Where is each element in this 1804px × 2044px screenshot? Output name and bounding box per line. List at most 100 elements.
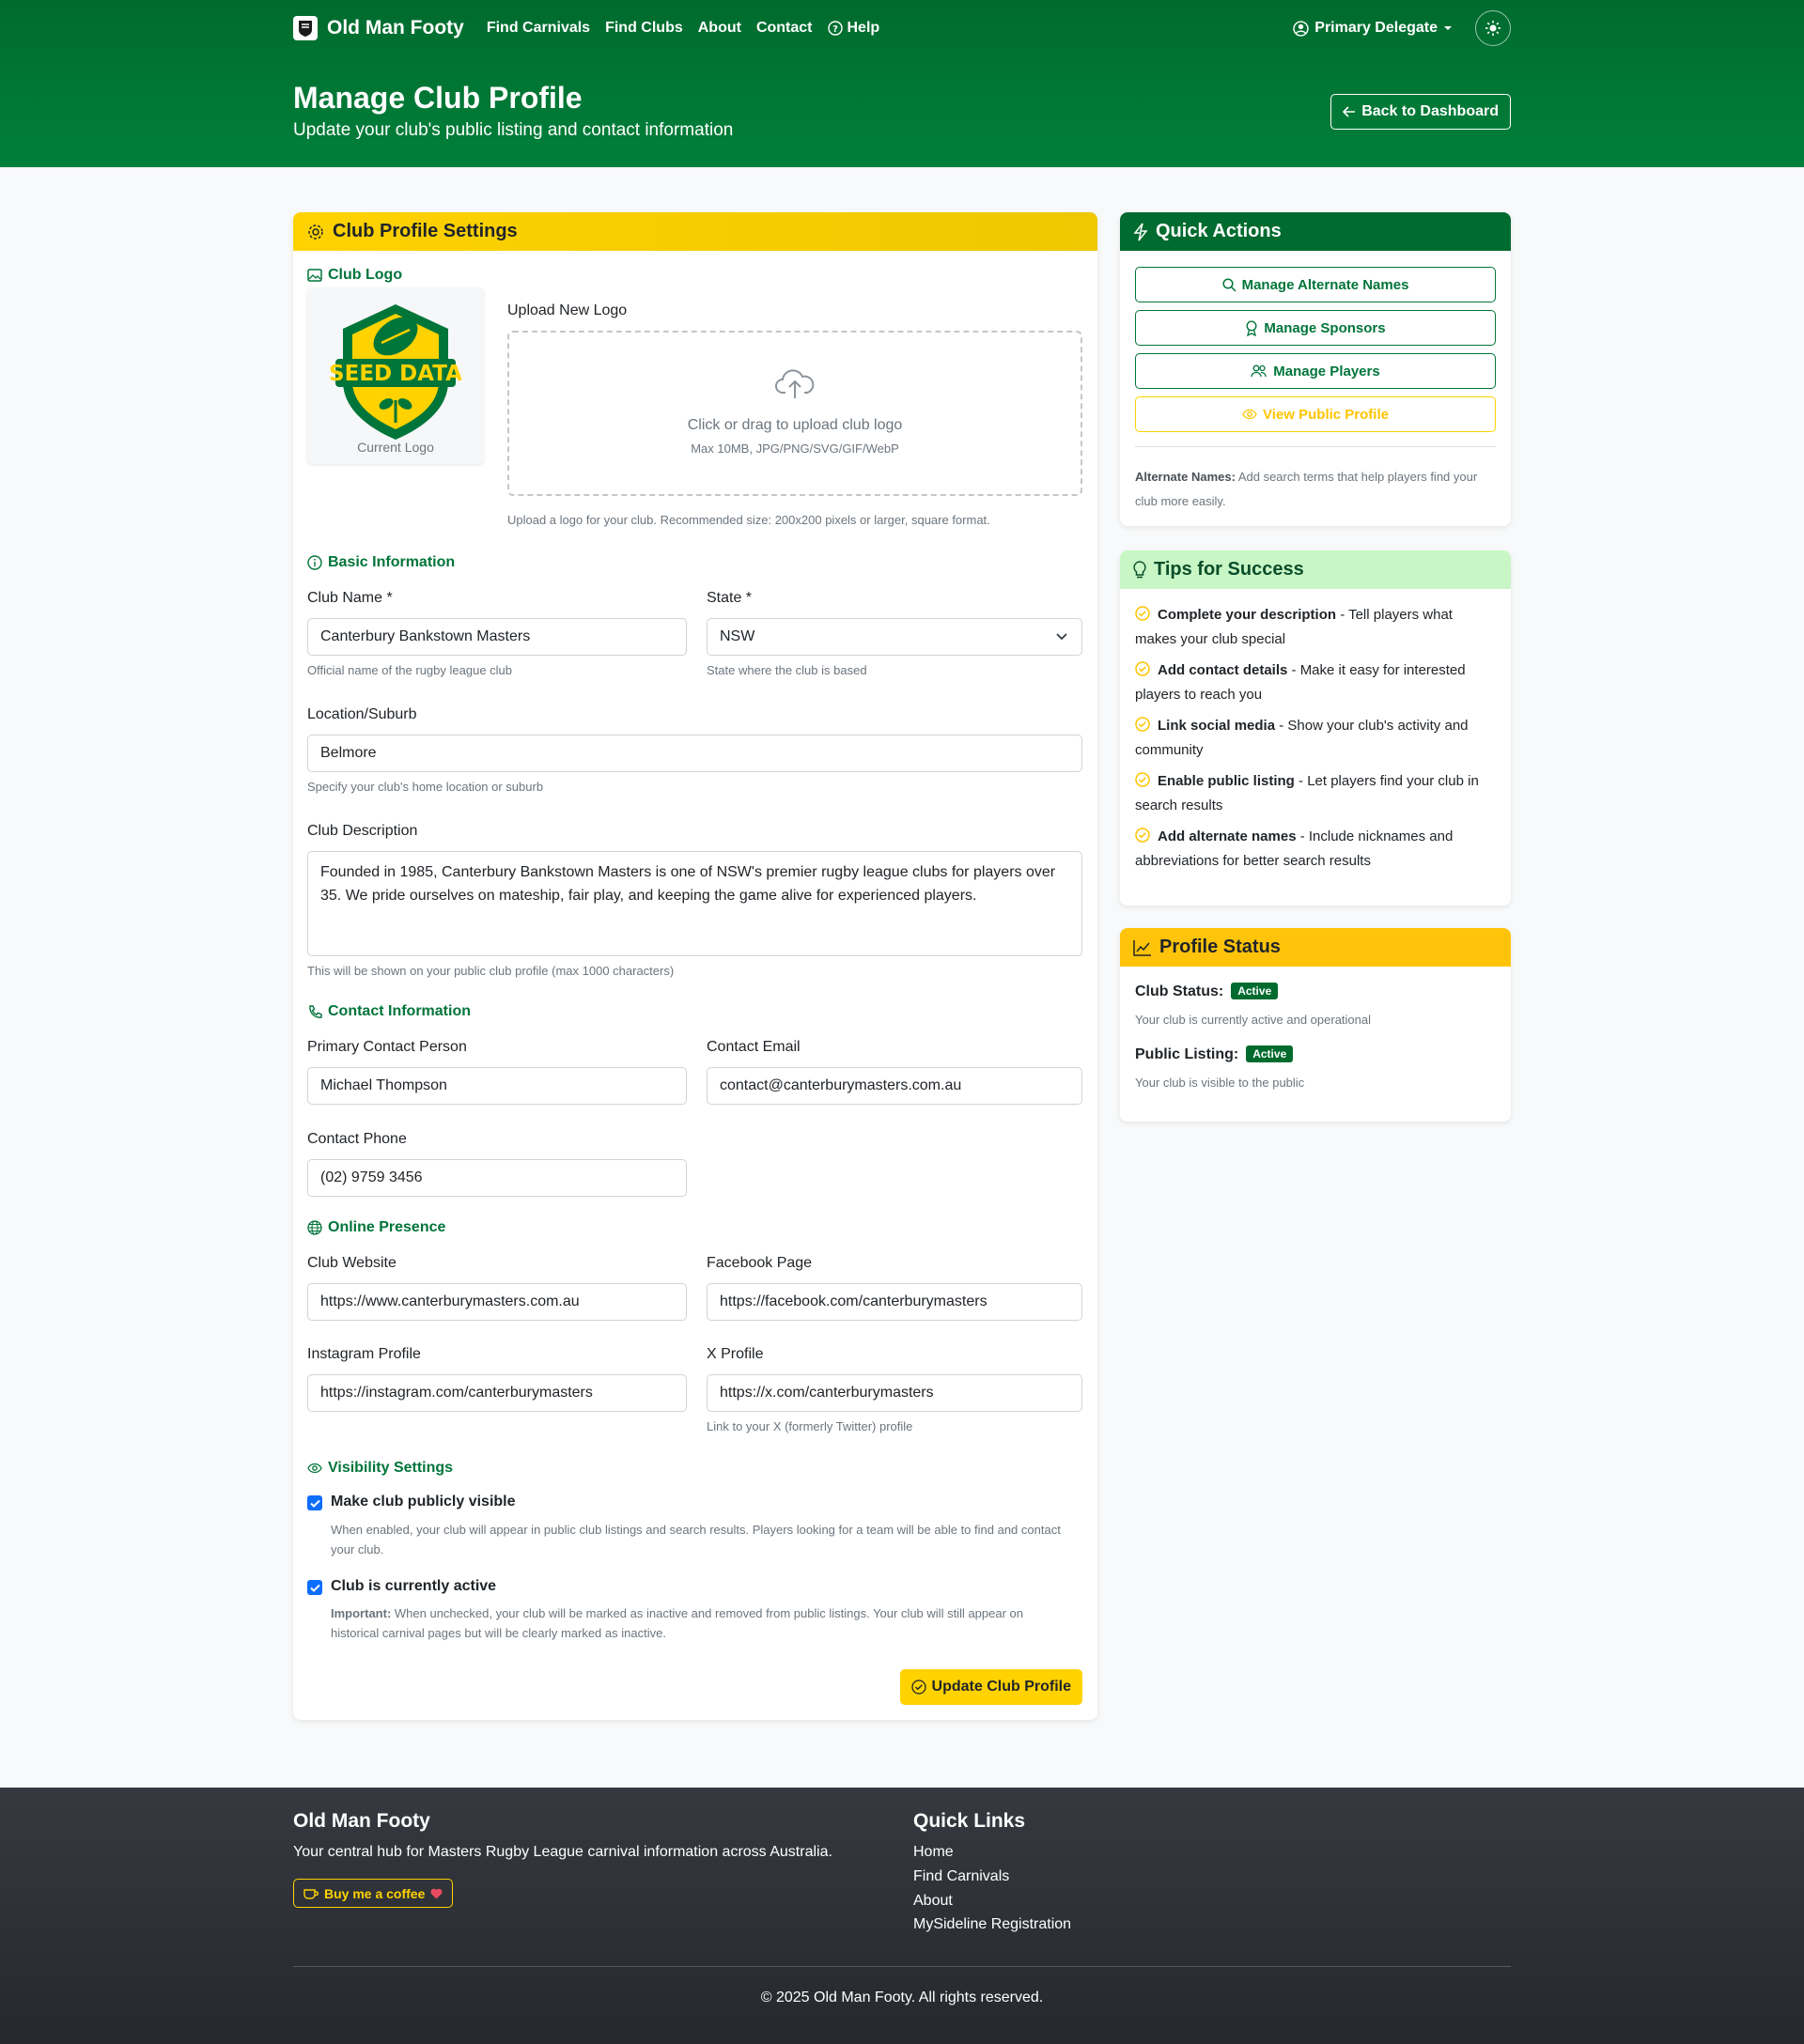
alternate-names-note-strong: Alternate Names: <box>1135 470 1236 484</box>
nav-help-label: Help <box>847 20 880 36</box>
dropzone-sub-text: Max 10MB, JPG/PNG/SVG/GIF/WebP <box>691 441 899 456</box>
section-club-logo: Club Logo <box>307 267 402 284</box>
page-header: Old Man Footy Find Carnivals Find Clubs … <box>0 0 1804 167</box>
tip-strong: Add alternate names <box>1158 828 1297 844</box>
current-logo-preview: SEED DATA Current Logo <box>307 287 484 464</box>
tips-title: Tips for Success <box>1154 559 1304 580</box>
club-logo-image: SEED DATA <box>330 304 461 440</box>
page-subtitle: Update your club's public listing and co… <box>293 120 734 140</box>
tips-card: Tips for Success Complete your descripti… <box>1120 550 1511 906</box>
logo-upload-dropzone[interactable]: Click or drag to upload club logo Max 10… <box>507 331 1082 496</box>
brand-link[interactable]: Old Man Footy <box>293 16 464 40</box>
user-menu-toggle[interactable]: Primary Delegate <box>1293 20 1453 37</box>
location-input[interactable]: Belmore <box>307 735 1082 772</box>
update-button-label: Update Club Profile <box>931 1679 1071 1695</box>
quick-actions-card: Quick Actions Manage Alternate Names Man… <box>1120 212 1511 526</box>
instagram-input[interactable]: https://instagram.com/canterburymasters <box>307 1374 687 1412</box>
facebook-input[interactable]: https://facebook.com/canterburymasters <box>707 1283 1082 1321</box>
description-help: This will be shown on your public club p… <box>307 964 675 978</box>
state-help: State where the club is based <box>707 663 867 677</box>
instagram-label: Instagram Profile <box>307 1346 421 1362</box>
phone-icon <box>309 1005 322 1018</box>
theme-toggle-button[interactable] <box>1475 10 1511 46</box>
form-card-header: Club Profile Settings <box>293 212 1097 251</box>
club-name-help: Official name of the rugby league club <box>307 663 513 677</box>
nav-about[interactable]: About <box>698 20 741 37</box>
footer-link-find-carnivals[interactable]: Find Carnivals <box>913 1868 1009 1885</box>
contact-person-input[interactable]: Michael Thompson <box>307 1067 687 1105</box>
page-title: Manage Club Profile <box>293 81 583 115</box>
tip-strong: Add contact details <box>1158 662 1288 678</box>
buy-me-a-coffee-button[interactable]: Buy me a coffee <box>293 1879 454 1908</box>
quick-actions-divider <box>1135 446 1496 447</box>
user-name: Primary Delegate <box>1314 20 1438 36</box>
tip-item: Add alternate names - Include nicknames … <box>1135 825 1496 874</box>
check-circle-icon <box>1135 606 1150 621</box>
tip-item: Add contact details - Make it easy for i… <box>1135 658 1496 707</box>
nav-help[interactable]: ? Help <box>827 20 880 37</box>
facebook-label: Facebook Page <box>707 1255 813 1271</box>
x-profile-label: X Profile <box>707 1346 764 1362</box>
check-circle-icon <box>1135 772 1150 787</box>
nav-find-clubs[interactable]: Find Clubs <box>605 20 683 37</box>
state-select-value: NSW <box>720 628 755 644</box>
club-status-label: Club Status: <box>1135 983 1224 999</box>
coffee-cup-icon <box>303 1888 319 1899</box>
nav-contact[interactable]: Contact <box>756 20 813 37</box>
update-club-profile-button[interactable]: Update Club Profile <box>899 1669 1082 1705</box>
user-circle-icon <box>1293 20 1309 37</box>
navbar: Old Man Footy Find Carnivals Find Clubs … <box>293 0 1511 56</box>
footer-link-home[interactable]: Home <box>913 1844 954 1861</box>
state-label: State * <box>707 590 753 606</box>
club-name-label: Club Name * <box>307 590 393 606</box>
club-name-input[interactable]: Canterbury Bankstown Masters <box>307 618 687 656</box>
contact-email-label: Contact Email <box>707 1039 801 1055</box>
x-profile-input[interactable]: https://x.com/canterburymasters <box>707 1374 1082 1412</box>
website-input[interactable]: https://www.canterburymasters.com.au <box>307 1283 687 1321</box>
footer-divider <box>293 1966 1511 1967</box>
quick-actions-title: Quick Actions <box>1156 221 1282 241</box>
public-visible-checkbox[interactable] <box>307 1495 322 1510</box>
section-contact-information: Contact Information <box>307 1003 471 1020</box>
club-active-label[interactable]: Club is currently active <box>331 1578 496 1595</box>
check-circle-icon <box>910 1680 926 1695</box>
checkmark-icon <box>309 1584 320 1592</box>
section-contact-information-title: Contact Information <box>328 1003 471 1019</box>
nav-find-carnivals[interactable]: Find Carnivals <box>487 20 590 37</box>
section-visibility-settings-title: Visibility Settings <box>328 1460 454 1476</box>
view-public-profile-button[interactable]: View Public Profile <box>1135 396 1496 432</box>
arrow-left-icon <box>1343 106 1356 117</box>
dropzone-main-text: Click or drag to upload club logo <box>687 417 903 433</box>
location-help: Specify your club's home location or sub… <box>307 780 544 794</box>
back-to-dashboard-button[interactable]: Back to Dashboard <box>1330 94 1511 130</box>
sun-icon <box>1485 21 1501 36</box>
manage-players-button[interactable]: Manage Players <box>1135 353 1496 389</box>
caret-down-icon <box>1444 26 1452 30</box>
back-button-label: Back to Dashboard <box>1361 103 1499 119</box>
section-basic-information-title: Basic Information <box>328 554 456 570</box>
checkmark-icon <box>309 1499 320 1508</box>
footer-link-about[interactable]: About <box>913 1893 953 1910</box>
manage-players-label: Manage Players <box>1273 363 1380 379</box>
club-profile-form-card: Club Profile Settings Club Logo SEED DAT… <box>293 212 1097 1720</box>
description-textarea[interactable]: Founded in 1985, Canterbury Bankstown Ma… <box>307 851 1082 956</box>
public-visible-label[interactable]: Make club publicly visible <box>331 1494 516 1510</box>
club-status-help: Your club is currently active and operat… <box>1135 1013 1371 1027</box>
manage-sponsors-button[interactable]: Manage Sponsors <box>1135 310 1496 346</box>
description-label: Club Description <box>307 823 418 839</box>
state-select[interactable]: NSW <box>707 618 1082 656</box>
contact-email-input[interactable]: contact@canterburymasters.com.au <box>707 1067 1082 1105</box>
profile-status-title: Profile Status <box>1159 937 1281 957</box>
contact-phone-input[interactable]: (02) 9759 3456 <box>307 1159 687 1197</box>
contact-person-label: Primary Contact Person <box>307 1039 467 1055</box>
chevron-down-icon <box>1056 633 1067 641</box>
cloud-upload-icon <box>775 369 815 398</box>
manage-alternate-names-button[interactable]: Manage Alternate Names <box>1135 267 1496 302</box>
logo-help-text: Upload a logo for your club. Recommended… <box>507 513 990 527</box>
line-chart-icon <box>1133 939 1151 956</box>
footer-link-mysideline[interactable]: MySideline Registration <box>913 1916 1071 1933</box>
award-icon <box>1246 319 1257 336</box>
club-active-checkbox[interactable] <box>307 1580 322 1595</box>
public-listing-row: Public Listing: Active <box>1135 1045 1294 1063</box>
club-status-row: Club Status: Active <box>1135 983 1279 1000</box>
